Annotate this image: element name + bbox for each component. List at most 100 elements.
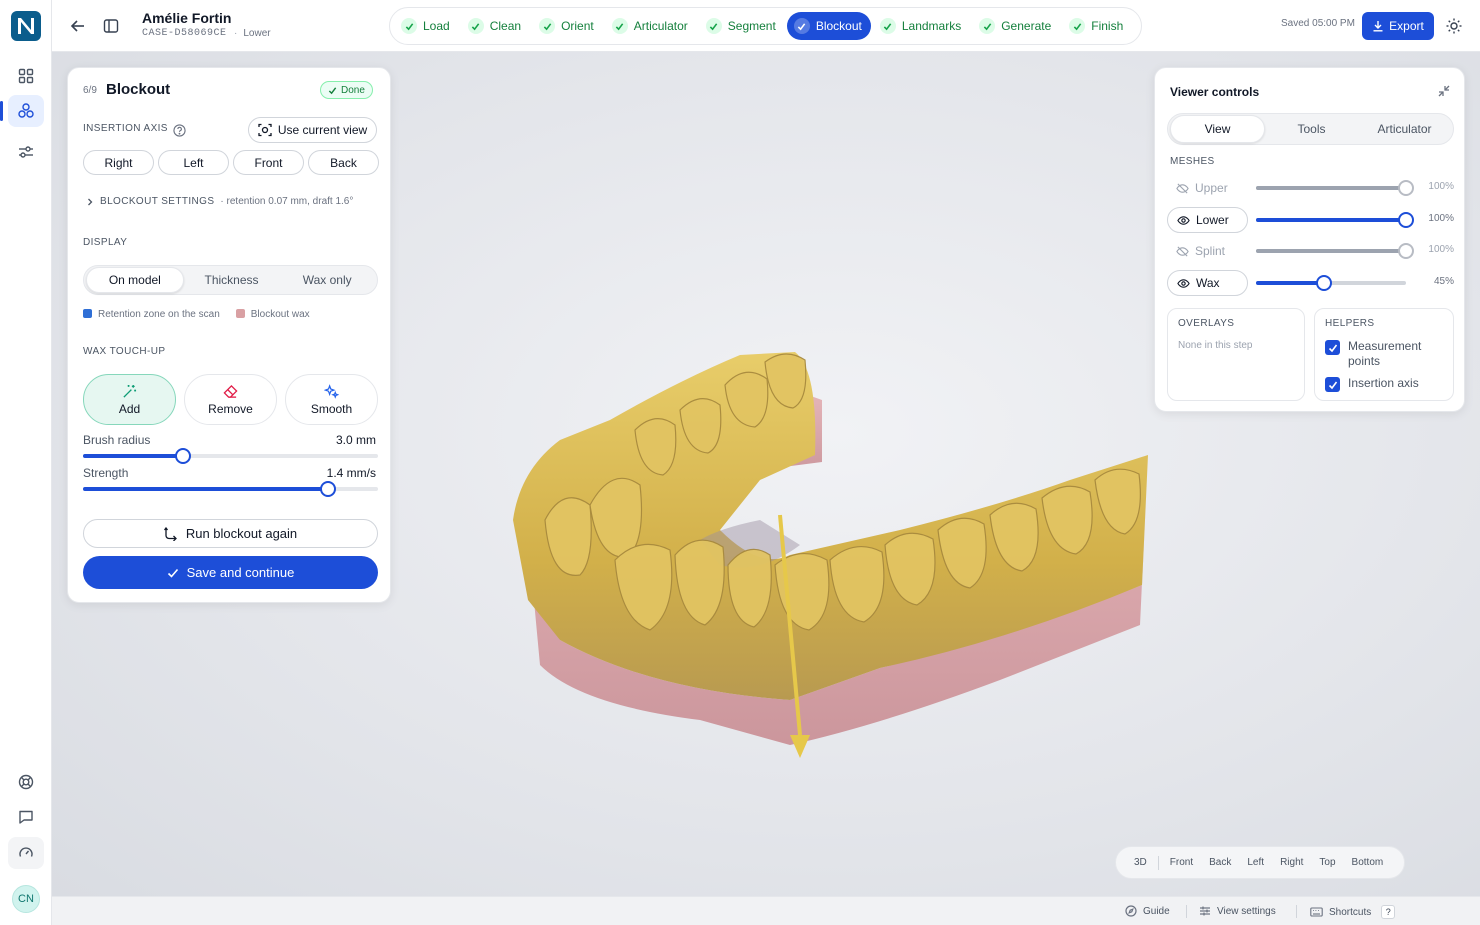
mesh-opacity-handle[interactable] — [1398, 243, 1414, 259]
eye-icon — [1177, 278, 1190, 288]
avatar[interactable]: CN — [12, 885, 40, 913]
wand-icon — [123, 384, 137, 398]
view-back-button[interactable]: Back — [1201, 857, 1239, 868]
blockout-settings-toggle[interactable]: BLOCKOUT SETTINGS · retention 0.07 mm, d… — [86, 196, 353, 207]
export-button[interactable]: Export — [1362, 12, 1434, 40]
grid-icon[interactable] — [8, 60, 44, 92]
view-front-button[interactable]: Front — [1162, 857, 1201, 868]
chat-icon[interactable] — [8, 801, 44, 833]
mesh-visibility-toggle[interactable]: Upper — [1167, 175, 1248, 201]
checkbox-checked-icon[interactable] — [1325, 377, 1340, 392]
run-blockout-label: Run blockout again — [185, 526, 298, 541]
brush-radius-slider[interactable] — [83, 448, 378, 464]
step-label: Clean — [489, 19, 522, 33]
helper-insertion-axis[interactable]: Insertion axis — [1325, 376, 1419, 392]
view-settings-button[interactable]: View settings — [1199, 905, 1276, 917]
mesh-visibility-toggle[interactable]: Lower — [1167, 207, 1248, 233]
case-id: CASE-D58069CE — [142, 28, 227, 39]
export-label: Export — [1389, 19, 1424, 33]
axis-front-button[interactable]: Front — [233, 150, 304, 175]
strength-slider[interactable] — [83, 481, 378, 497]
teeth-model-icon[interactable] — [0, 95, 44, 127]
keyboard-icon — [1310, 907, 1323, 917]
display-thickness[interactable]: Thickness — [184, 267, 280, 293]
insertion-axis-label: INSERTION AXIS — [83, 123, 168, 134]
step-articulator[interactable]: Articulator — [605, 12, 697, 40]
axis-left-button[interactable]: Left — [158, 150, 229, 175]
guide-button[interactable]: Guide — [1125, 905, 1170, 917]
mesh-opacity-slider[interactable] — [1256, 275, 1406, 291]
sliders-icon — [1200, 906, 1210, 916]
app-logo-icon[interactable] — [11, 11, 41, 41]
run-blockout-button[interactable]: Run blockout again — [83, 519, 378, 548]
collapse-icon[interactable] — [1438, 84, 1450, 102]
check-icon — [539, 18, 556, 34]
lifebuoy-icon[interactable] — [8, 766, 44, 798]
check-icon — [1069, 18, 1086, 34]
mesh-opacity-handle[interactable] — [1315, 275, 1332, 291]
tool-smooth-button[interactable]: Smooth — [285, 374, 378, 425]
sidebar-toggle-icon[interactable] — [97, 12, 125, 40]
strength-handle[interactable] — [319, 481, 336, 497]
gauge-icon[interactable] — [8, 837, 44, 869]
step-segment[interactable]: Segment — [699, 12, 785, 40]
mesh-opacity-slider[interactable] — [1256, 243, 1414, 259]
use-current-view-button[interactable]: Use current view — [248, 117, 377, 143]
mesh-opacity-slider[interactable] — [1256, 180, 1414, 196]
meshes-label: MESHES — [1170, 156, 1215, 167]
sliders-icon[interactable] — [8, 136, 44, 168]
step-blockout[interactable]: Blockout — [786, 12, 871, 40]
helper-measurement-points[interactable]: Measurement points — [1325, 339, 1438, 369]
view-3d-button[interactable]: 3D — [1126, 857, 1155, 868]
viewer-controls-title: Viewer controls — [1170, 85, 1260, 99]
strength-label: Strength — [83, 466, 129, 480]
brush-radius-fill — [83, 454, 184, 458]
checkbox-checked-icon[interactable] — [1325, 340, 1340, 355]
shortcuts-label: Shortcuts — [1329, 906, 1372, 918]
mesh-visibility-toggle[interactable]: Splint — [1167, 238, 1248, 264]
view-right-button[interactable]: Right — [1272, 857, 1311, 868]
mesh-opacity-slider[interactable] — [1256, 212, 1414, 228]
view-top-button[interactable]: Top — [1311, 857, 1343, 868]
tab-tools[interactable]: Tools — [1265, 115, 1358, 143]
step-clean[interactable]: Clean — [461, 12, 530, 40]
helpers-card: HELPERS Measurement points Insertion axi… — [1314, 308, 1454, 401]
tool-add-button[interactable]: Add — [83, 374, 176, 425]
mesh-name: Wax — [1196, 276, 1220, 290]
mesh-visibility-toggle[interactable]: Wax — [1167, 270, 1248, 296]
view-left-button[interactable]: Left — [1239, 857, 1272, 868]
step-orient[interactable]: Orient — [532, 12, 603, 40]
save-continue-button[interactable]: Save and continue — [83, 556, 378, 589]
mesh-opacity-handle[interactable] — [1398, 180, 1414, 196]
brush-radius-handle[interactable] — [175, 448, 192, 464]
check-icon — [467, 18, 484, 34]
axis-back-button[interactable]: Back — [308, 150, 379, 175]
step-label: Landmarks — [901, 19, 962, 33]
view-bottom-button[interactable]: Bottom — [1344, 857, 1392, 868]
step-generate[interactable]: Generate — [972, 12, 1060, 40]
check-icon — [611, 18, 628, 34]
help-circle-icon[interactable] — [173, 124, 186, 142]
display-on-model[interactable]: On model — [86, 267, 184, 293]
tab-articulator[interactable]: Articulator — [1358, 115, 1451, 143]
step-landmarks[interactable]: Landmarks — [873, 12, 970, 40]
sparkles-icon — [324, 383, 339, 399]
sun-icon[interactable] — [1440, 12, 1468, 40]
step-load[interactable]: Load — [394, 12, 459, 40]
mesh-name: Upper — [1195, 181, 1228, 195]
compass-icon — [1125, 905, 1137, 917]
view-preset-bar: 3D Front Back Left Right Top Bottom — [1115, 846, 1405, 879]
mesh-opacity-handle[interactable] — [1398, 212, 1414, 228]
display-wax-only[interactable]: Wax only — [279, 267, 375, 293]
tab-view[interactable]: View — [1170, 115, 1265, 143]
shortcuts-button[interactable]: Shortcuts ? — [1310, 905, 1396, 919]
mesh-row-lower: Lower 100% — [1167, 207, 1454, 233]
back-arrow-icon[interactable] — [64, 12, 92, 40]
wax-touchup-label: WAX TOUCH-UP — [83, 346, 166, 357]
overlays-card: OVERLAYS None in this step — [1167, 308, 1305, 401]
overlays-label: OVERLAYS — [1178, 318, 1235, 329]
tool-remove-button[interactable]: Remove — [184, 374, 277, 425]
axis-right-button[interactable]: Right — [83, 150, 154, 175]
legend-retention-label: Retention zone on the scan — [98, 309, 220, 320]
step-finish[interactable]: Finish — [1062, 12, 1132, 40]
